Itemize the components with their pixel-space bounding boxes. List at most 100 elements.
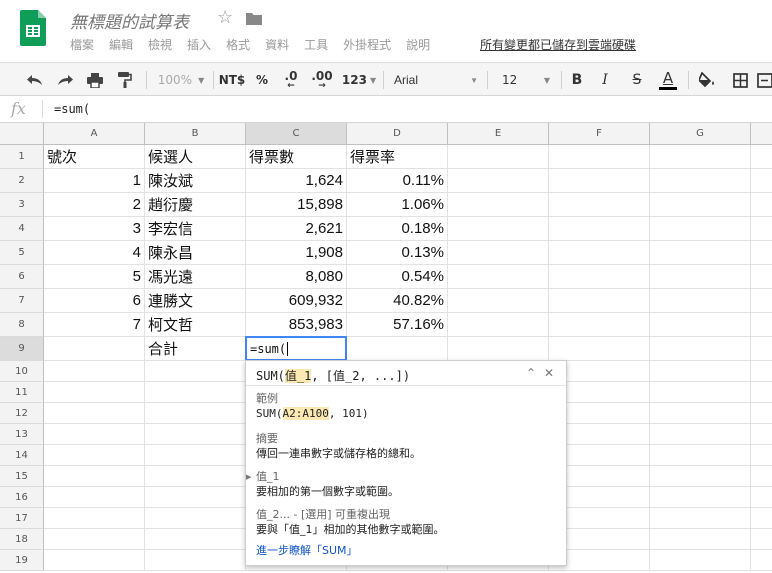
row-header-15[interactable]: 15 bbox=[0, 466, 44, 487]
grid-cell[interactable] bbox=[448, 169, 549, 193]
column-header-a[interactable]: A bbox=[44, 123, 145, 145]
grid-cell[interactable] bbox=[44, 445, 145, 466]
column-header-h[interactable] bbox=[751, 123, 772, 145]
cell-a6[interactable]: 5 bbox=[44, 265, 145, 289]
font-family-select[interactable]: Arial ▼ bbox=[390, 63, 482, 97]
grid-cell[interactable] bbox=[549, 241, 650, 265]
grid-cell[interactable] bbox=[650, 487, 751, 508]
grid-cell[interactable] bbox=[145, 361, 246, 382]
row-header-16[interactable]: 16 bbox=[0, 487, 44, 508]
zoom-select[interactable]: 100% ▼ bbox=[152, 63, 210, 97]
redo-button[interactable] bbox=[52, 63, 78, 97]
cell-d7[interactable]: 40.82% bbox=[347, 289, 448, 313]
grid-cell[interactable] bbox=[650, 289, 751, 313]
cell-b8[interactable]: 柯文哲 bbox=[145, 313, 246, 337]
grid-cell[interactable] bbox=[650, 361, 751, 382]
row-header-18[interactable]: 18 bbox=[0, 529, 44, 550]
cell-b3[interactable]: 趙衍慶 bbox=[145, 193, 246, 217]
menu-file[interactable]: 檔案 bbox=[70, 36, 94, 53]
grid-cell[interactable] bbox=[44, 361, 145, 382]
grid-cell[interactable] bbox=[448, 337, 549, 361]
print-button[interactable] bbox=[82, 63, 108, 97]
row-header-2[interactable]: 2 bbox=[0, 169, 44, 193]
row-header-8[interactable]: 8 bbox=[0, 313, 44, 337]
merge-cells-button[interactable] bbox=[757, 63, 772, 97]
grid-cell[interactable] bbox=[650, 424, 751, 445]
grid-cell[interactable] bbox=[145, 529, 246, 550]
grid-cell[interactable] bbox=[145, 403, 246, 424]
grid-cell[interactable] bbox=[549, 193, 650, 217]
collapse-icon[interactable]: ⌃ bbox=[526, 366, 536, 380]
menu-insert[interactable]: 插入 bbox=[187, 36, 211, 53]
grid-cell[interactable] bbox=[650, 265, 751, 289]
paint-format-button[interactable] bbox=[112, 63, 138, 97]
fill-color-button[interactable] bbox=[695, 63, 721, 97]
row-header-14[interactable]: 14 bbox=[0, 445, 44, 466]
grid-cell[interactable] bbox=[650, 508, 751, 529]
grid-cell[interactable] bbox=[650, 145, 751, 169]
percent-format-button[interactable]: % bbox=[250, 63, 274, 97]
grid-cell[interactable] bbox=[650, 445, 751, 466]
cell-d8[interactable]: 57.16% bbox=[347, 313, 448, 337]
row-header-1[interactable]: 1 bbox=[0, 145, 44, 169]
grid-cell[interactable] bbox=[751, 445, 772, 466]
cell-c5[interactable]: 1,908 bbox=[246, 241, 347, 265]
grid-cell[interactable] bbox=[751, 466, 772, 487]
learn-more-link[interactable]: 進一步瞭解「SUM」 bbox=[256, 542, 358, 558]
menu-edit[interactable]: 編輯 bbox=[109, 36, 133, 53]
grid-cell[interactable] bbox=[751, 361, 772, 382]
undo-button[interactable] bbox=[22, 63, 48, 97]
cell-a1[interactable]: 號次 bbox=[44, 145, 145, 169]
grid-cell[interactable] bbox=[650, 403, 751, 424]
font-size-select[interactable]: 12 ▼ bbox=[496, 63, 556, 97]
grid-cell[interactable] bbox=[145, 424, 246, 445]
cell-c7[interactable]: 609,932 bbox=[246, 289, 347, 313]
grid-cell[interactable] bbox=[751, 289, 772, 313]
grid-cell[interactable] bbox=[549, 289, 650, 313]
borders-button[interactable] bbox=[727, 63, 753, 97]
menu-tools[interactable]: 工具 bbox=[304, 36, 328, 53]
grid-cell[interactable] bbox=[145, 550, 246, 571]
star-icon[interactable]: ☆ bbox=[217, 7, 233, 28]
cell-a4[interactable]: 3 bbox=[44, 217, 145, 241]
grid-cell[interactable] bbox=[650, 313, 751, 337]
formula-input[interactable]: =sum( bbox=[54, 102, 90, 116]
menu-data[interactable]: 資料 bbox=[265, 36, 289, 53]
grid-cell[interactable] bbox=[347, 337, 448, 361]
row-header-10[interactable]: 10 bbox=[0, 361, 44, 382]
row-header-7[interactable]: 7 bbox=[0, 289, 44, 313]
grid-cell[interactable] bbox=[448, 313, 549, 337]
cell-a3[interactable]: 2 bbox=[44, 193, 145, 217]
increase-decimal-button[interactable]: .00 → bbox=[308, 63, 336, 97]
grid-cell[interactable] bbox=[751, 241, 772, 265]
grid-cell[interactable] bbox=[751, 217, 772, 241]
grid-cell[interactable] bbox=[44, 424, 145, 445]
menu-help[interactable]: 說明 bbox=[406, 36, 430, 53]
cell-c3[interactable]: 15,898 bbox=[246, 193, 347, 217]
italic-button[interactable]: I bbox=[594, 63, 616, 97]
row-header-9[interactable]: 9 bbox=[0, 337, 44, 361]
grid-cell[interactable] bbox=[549, 313, 650, 337]
cell-d3[interactable]: 1.06% bbox=[347, 193, 448, 217]
row-header-5[interactable]: 5 bbox=[0, 241, 44, 265]
currency-format-button[interactable]: NT$ bbox=[217, 63, 247, 97]
grid-cell[interactable] bbox=[44, 337, 145, 361]
grid-cell[interactable] bbox=[751, 313, 772, 337]
column-header-e[interactable]: E bbox=[448, 123, 549, 145]
grid-cell[interactable] bbox=[145, 466, 246, 487]
document-title[interactable]: 無標題的試算表 bbox=[70, 8, 189, 33]
grid-cell[interactable] bbox=[650, 193, 751, 217]
column-header-f[interactable]: F bbox=[549, 123, 650, 145]
grid-cell[interactable] bbox=[751, 550, 772, 571]
cell-b9[interactable]: 合計 bbox=[145, 337, 246, 361]
row-header-4[interactable]: 4 bbox=[0, 217, 44, 241]
grid-cell[interactable] bbox=[44, 529, 145, 550]
grid-cell[interactable] bbox=[650, 241, 751, 265]
text-color-button[interactable]: A bbox=[656, 63, 680, 97]
grid-cell[interactable] bbox=[448, 217, 549, 241]
column-header-d[interactable]: D bbox=[347, 123, 448, 145]
grid-cell[interactable] bbox=[751, 193, 772, 217]
grid-cell[interactable] bbox=[650, 217, 751, 241]
expand-arrow-icon[interactable]: ▶ bbox=[246, 473, 251, 481]
cell-a5[interactable]: 4 bbox=[44, 241, 145, 265]
